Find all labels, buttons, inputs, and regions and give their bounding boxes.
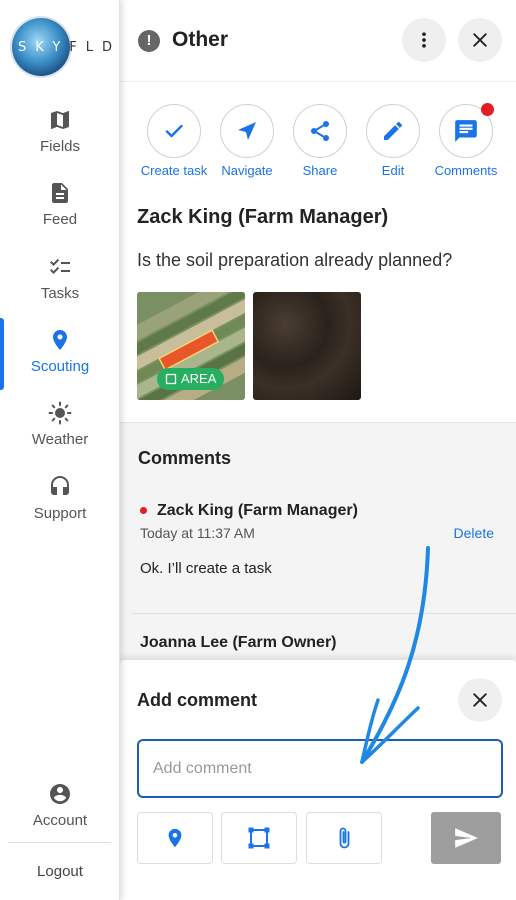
sidebar: SKYFLD Fields Feed Tasks Scouting Weathe… [0,0,120,900]
comment-text: Ok. I’ll create a task [140,560,272,577]
paperclip-icon [339,827,350,849]
skyfld-logo[interactable]: SKYFLD [10,18,114,78]
close-panel-button[interactable] [458,18,502,62]
soil-photo-thumbnail[interactable] [253,292,361,400]
send-icon [455,828,478,848]
field-map-thumbnail[interactable]: AREA [137,292,245,400]
action-label: Edit [381,163,405,178]
share-button[interactable]: Share [280,104,360,178]
tasks-icon [50,258,70,274]
edit-button[interactable]: Edit [353,104,433,178]
action-ring [366,104,420,158]
sun-icon [48,401,72,425]
headset-icon [51,476,69,495]
comments-heading: Comments [138,448,232,468]
unread-dot [140,507,147,514]
action-label: Create task [140,163,208,178]
sidebar-item-label: Tasks [40,285,80,302]
action-ring [220,104,274,158]
draw-area-button[interactable] [221,812,297,864]
logo-text-dark: FLD [69,40,121,55]
delete-comment-link[interactable]: Delete [454,525,494,541]
share-icon [311,121,329,141]
sidebar-item-scouting[interactable]: Scouting [0,318,120,390]
sidebar-item-support[interactable]: Support [0,475,120,522]
feed-icon [52,183,68,203]
add-comment-title: Add comment [137,690,258,710]
polygon-area-icon [248,827,270,849]
sidebar-item-feed[interactable]: Feed [0,181,120,228]
logo-text-light: SKY [18,40,70,55]
area-badge-label: AREA [181,371,217,386]
info-icon: ! [138,30,160,52]
sidebar-item-account[interactable]: Account [0,782,120,829]
location-pin-icon [53,330,67,350]
navigate-arrow-icon [238,122,256,140]
comments-button[interactable]: Comments [426,103,506,178]
sidebar-item-label: Fields [39,138,80,155]
post-question: Is the soil preparation already planned? [137,250,453,270]
attach-file-button[interactable] [306,812,382,864]
account-label: Account [32,812,88,829]
sidebar-item-fields[interactable]: Fields [0,108,120,155]
logout-button[interactable]: Logout [0,863,120,880]
check-icon [165,124,183,138]
close-icon [473,33,487,47]
comment-input[interactable] [137,739,503,798]
create-task-button[interactable]: Create task [134,104,214,178]
panel-header: ! Other [120,0,516,82]
more-options-button[interactable] [402,18,446,62]
sidebar-item-label: Scouting [30,358,90,375]
pencil-icon [384,121,403,140]
polygon-area-icon [165,373,177,385]
notification-dot [481,103,494,116]
post-author: Zack King (Farm Manager) [137,206,389,228]
account-circle-icon [50,784,70,804]
close-icon [473,693,487,707]
divider [8,842,111,843]
comment-bubble-icon [455,120,477,142]
sidebar-item-label: Feed [42,211,78,228]
page-title: Other [172,28,229,51]
send-comment-button[interactable] [431,812,501,864]
comment-timestamp: Today at 11:37 AM [140,525,255,541]
add-comment-sheet: Add comment [120,660,516,900]
comment-divider [132,613,516,614]
sidebar-item-tasks[interactable]: Tasks [0,255,120,302]
action-label: Share [302,163,338,178]
more-vertical-icon [422,32,426,48]
navigate-button[interactable]: Navigate [207,104,287,178]
action-label: Navigate [221,163,273,178]
action-label: Comments [434,163,498,178]
comment-author: Joanna Lee (Farm Owner) [140,634,337,651]
scouting-detail-panel: ! Other Create task Navigate Share Edit … [120,0,516,900]
sidebar-item-label: Weather [31,431,89,448]
close-sheet-button[interactable] [458,678,502,722]
action-bar: Create task Navigate Share Edit Comments [120,103,516,184]
action-ring [439,103,494,158]
logo-text: SKYFLD [18,40,121,55]
location-pin-icon [168,828,182,848]
action-ring [293,104,347,158]
action-ring [147,104,201,158]
sidebar-item-weather[interactable]: Weather [0,401,120,448]
map-icon [51,111,69,129]
comment-author: Zack King (Farm Manager) [157,502,358,519]
area-badge: AREA [157,368,225,390]
sidebar-item-label: Support [33,505,87,522]
attach-location-button[interactable] [137,812,213,864]
